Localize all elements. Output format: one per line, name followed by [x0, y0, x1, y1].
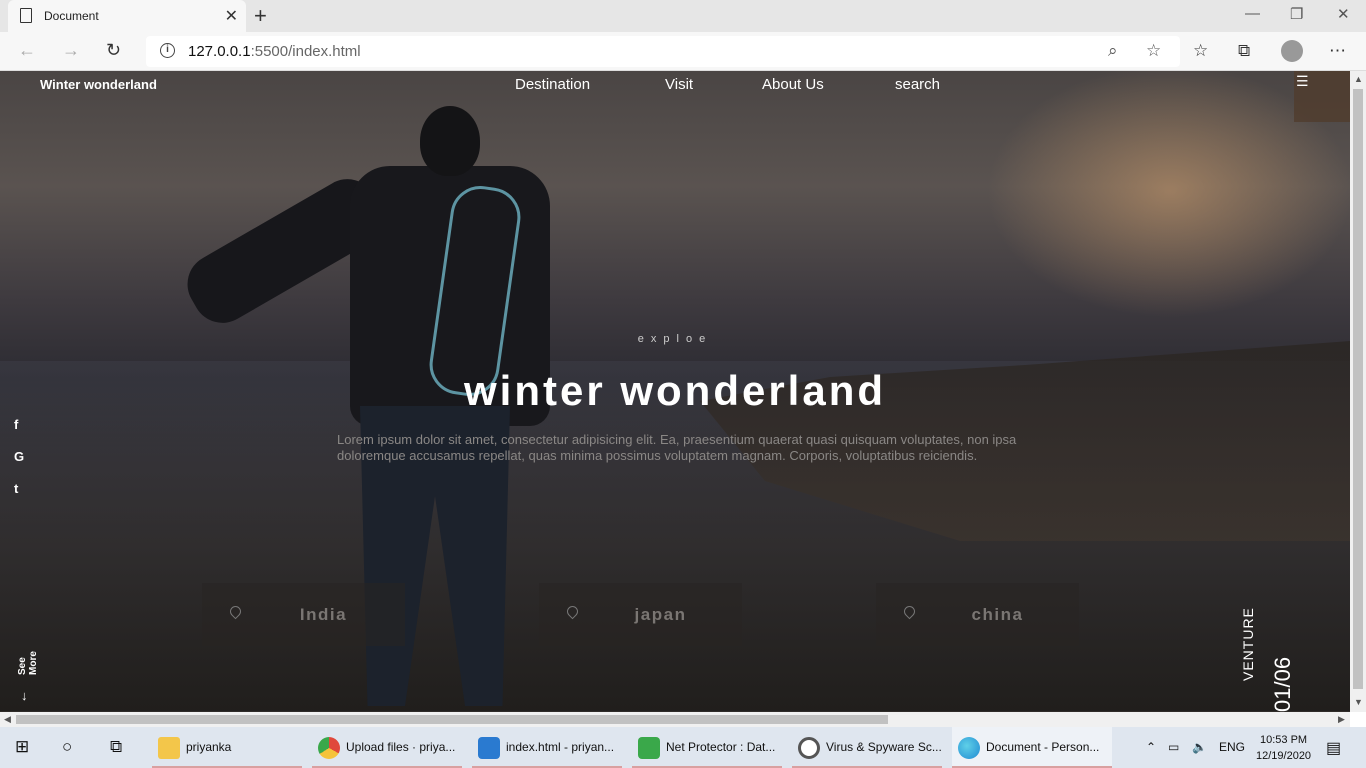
restore-icon[interactable]: ❐ [1290, 5, 1303, 23]
clock-time: 10:53 PM [1259, 734, 1308, 746]
nav-about-us[interactable]: About Us [762, 76, 824, 93]
zoom-icon[interactable]: ⌕ [1108, 41, 1118, 61]
vscode-icon [478, 737, 500, 759]
twitter-icon[interactable]: t [14, 481, 18, 496]
edge-icon [958, 737, 980, 759]
info-icon[interactable]: i [160, 43, 175, 58]
taskbar-app-explorer[interactable]: priyanka [152, 727, 302, 768]
chevron-up-icon[interactable]: ⌃ [1146, 740, 1156, 754]
taskbar-app-virus-scan[interactable]: Virus & Spyware Sc... [792, 727, 942, 768]
clock[interactable]: 10:53 PM 12/19/2020 [1256, 732, 1311, 764]
destination-name: japan [634, 605, 687, 624]
arrow-down-icon[interactable]: ↓ [21, 688, 28, 703]
search-circle-icon[interactable]: ○ [62, 737, 72, 757]
hero-section: Winter wonderland Destination Visit Abou… [0, 71, 1350, 712]
taskbar-app-net-protector[interactable]: Net Protector : Dat... [632, 727, 782, 768]
hamburger-icon[interactable]: ☰ [1296, 73, 1309, 90]
folder-icon [158, 737, 180, 759]
address-bar[interactable]: i 127.0.0.1:5500/index.html ⌕ ☆ [146, 36, 1180, 67]
scroll-down-icon[interactable]: ▼ [1354, 697, 1363, 707]
see-more-link[interactable]: See More [17, 635, 39, 675]
destination-card-china[interactable]: china [876, 583, 1079, 646]
reload-icon[interactable]: ↻ [106, 40, 121, 61]
nav-destination[interactable]: Destination [515, 76, 590, 93]
favorites-icon[interactable]: ☆ [1193, 41, 1208, 61]
volume-icon[interactable]: 🔈 [1192, 740, 1207, 754]
scroll-right-icon[interactable]: ▶ [1338, 714, 1345, 725]
collections-icon[interactable]: ⧉ [1238, 41, 1250, 61]
nav-search[interactable]: search [895, 76, 940, 93]
taskbar-app-vscode[interactable]: index.html - priyan... [472, 727, 622, 768]
favorite-star-icon[interactable]: ☆ [1146, 41, 1161, 61]
hero-description: Lorem ipsum dolor sit amet, consectetur … [337, 432, 1017, 463]
scroll-left-icon[interactable]: ◀ [4, 714, 11, 725]
back-icon[interactable]: ← [18, 40, 36, 61]
scroll-up-icon[interactable]: ▲ [1354, 74, 1363, 84]
more-options-icon[interactable]: ⋯ [1329, 41, 1346, 61]
hero-title: winter wonderland [463, 367, 887, 414]
destination-name: china [971, 605, 1024, 624]
windows-taskbar: ⊞ ○ ⧉ priyanka Upload files · priya... i… [0, 727, 1366, 768]
tab-title: Document [44, 9, 99, 23]
destination-name: India [299, 605, 348, 624]
forward-icon[interactable]: → [62, 40, 80, 61]
vertical-label: VENTURE [1240, 607, 1256, 681]
network-icon[interactable]: ▭ [1168, 740, 1179, 754]
profile-avatar[interactable] [1281, 40, 1303, 62]
vertical-scrollbar[interactable]: ▲ ▼ [1350, 71, 1366, 712]
close-window-icon[interactable]: ✕ [1337, 5, 1350, 23]
browser-tab[interactable]: Document ✕ [8, 0, 246, 32]
taskbar-app-chrome[interactable]: Upload files · priya... [312, 727, 462, 768]
chrome-icon [318, 737, 340, 759]
notifications-icon[interactable]: ▤ [1326, 738, 1341, 758]
new-tab-icon[interactable]: + [254, 3, 267, 29]
vertical-scroll-thumb[interactable] [1353, 89, 1363, 689]
site-logo[interactable]: Winter wonderland [40, 77, 157, 92]
horizontal-scrollbar[interactable]: ◀ ▶ [0, 712, 1350, 727]
document-icon [20, 8, 32, 23]
slide-counter: 01/06 [1270, 656, 1295, 712]
clock-date: 12/19/2020 [1256, 750, 1312, 762]
taskbar-app-edge[interactable]: Document - Person... [952, 727, 1112, 768]
google-icon[interactable]: G [14, 449, 24, 464]
facebook-icon[interactable]: f [14, 417, 18, 432]
destination-card-india[interactable]: India [202, 583, 405, 646]
minimize-icon[interactable]: — [1245, 5, 1260, 22]
language-indicator[interactable]: ENG [1219, 740, 1245, 754]
windows-start-icon[interactable]: ⊞ [15, 737, 29, 757]
net-protector-icon [638, 737, 660, 759]
browser-tabbar: Document ✕ + — ❐ ✕ [0, 0, 1366, 32]
url-text: 127.0.0.1:5500/index.html [188, 43, 361, 60]
virus-scan-icon [798, 737, 820, 759]
browser-toolbar: ← → ↻ i 127.0.0.1:5500/index.html ⌕ ☆ ☆ … [0, 32, 1366, 71]
close-tab-icon[interactable]: ✕ [225, 6, 238, 26]
task-view-icon[interactable]: ⧉ [110, 737, 122, 757]
horizontal-scroll-thumb[interactable] [16, 715, 888, 724]
nav-visit[interactable]: Visit [665, 76, 693, 93]
destination-card-japan[interactable]: japan [539, 583, 742, 646]
explore-label: exploe [637, 333, 713, 345]
